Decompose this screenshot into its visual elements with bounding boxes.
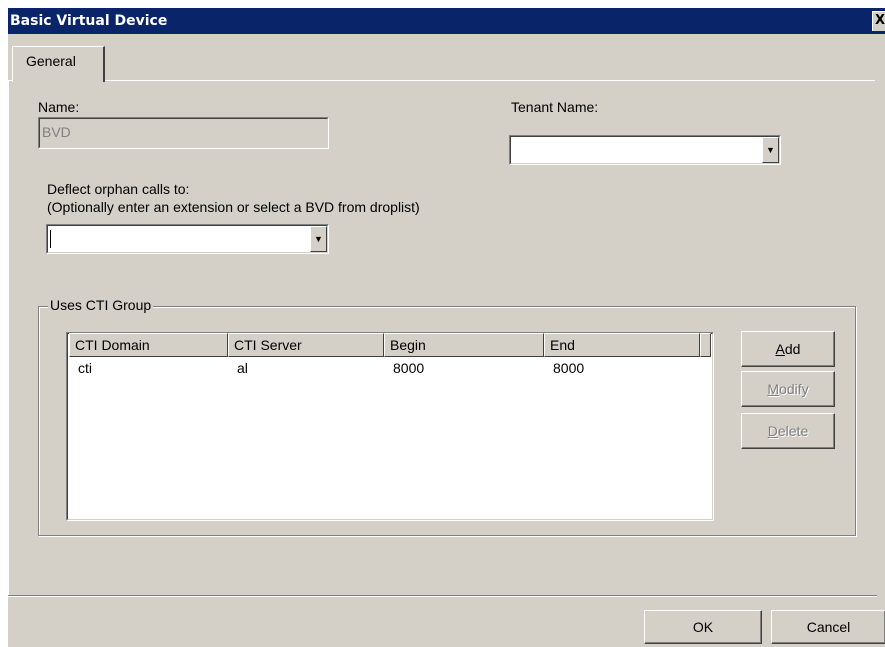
ok-button[interactable]: OK	[644, 610, 762, 644]
modify-button[interactable]: Modify	[741, 371, 835, 407]
name-field: BVD	[38, 117, 329, 149]
cell-end: 8000	[553, 360, 585, 376]
tenant-name-dropdown[interactable]: ▼	[509, 135, 781, 165]
deflect-label: Deflect orphan calls to:	[47, 181, 190, 197]
name-value: BVD	[42, 124, 71, 140]
column-header-filler	[700, 333, 711, 357]
column-header-end[interactable]: End	[544, 333, 700, 357]
add-button[interactable]: Add	[741, 331, 835, 367]
delete-button[interactable]: Delete	[741, 413, 835, 449]
footer-separator-highlight	[8, 596, 877, 597]
deflect-orphan-combobox[interactable]: ▼	[46, 224, 329, 254]
cell-cti-server: al	[237, 360, 248, 376]
cell-begin: 8000	[393, 360, 425, 376]
tab-general-label: General	[26, 53, 76, 69]
cancel-button[interactable]: Cancel	[771, 610, 885, 644]
cti-group-label: Uses CTI Group	[48, 297, 154, 313]
chevron-down-icon[interactable]: ▼	[310, 226, 327, 252]
title-bar[interactable]: Basic Virtual Device X	[8, 8, 885, 34]
column-header-cti-domain[interactable]: CTI Domain	[69, 333, 228, 357]
column-header-cti-server[interactable]: CTI Server	[228, 333, 384, 357]
window-title: Basic Virtual Device	[10, 13, 168, 29]
column-header-begin[interactable]: Begin	[384, 333, 544, 357]
text-caret	[50, 230, 51, 248]
cell-cti-domain: cti	[78, 360, 92, 376]
tab-general[interactable]: General	[12, 46, 105, 82]
close-icon[interactable]: X	[872, 11, 885, 31]
cti-group-list[interactable]: CTI Domain CTI Server Begin End cti al 8…	[66, 332, 714, 521]
name-label: Name:	[38, 99, 80, 115]
tenant-name-label: Tenant Name:	[511, 99, 599, 115]
chevron-down-icon[interactable]: ▼	[762, 137, 779, 163]
deflect-hint: (Optionally enter an extension or select…	[47, 199, 420, 215]
